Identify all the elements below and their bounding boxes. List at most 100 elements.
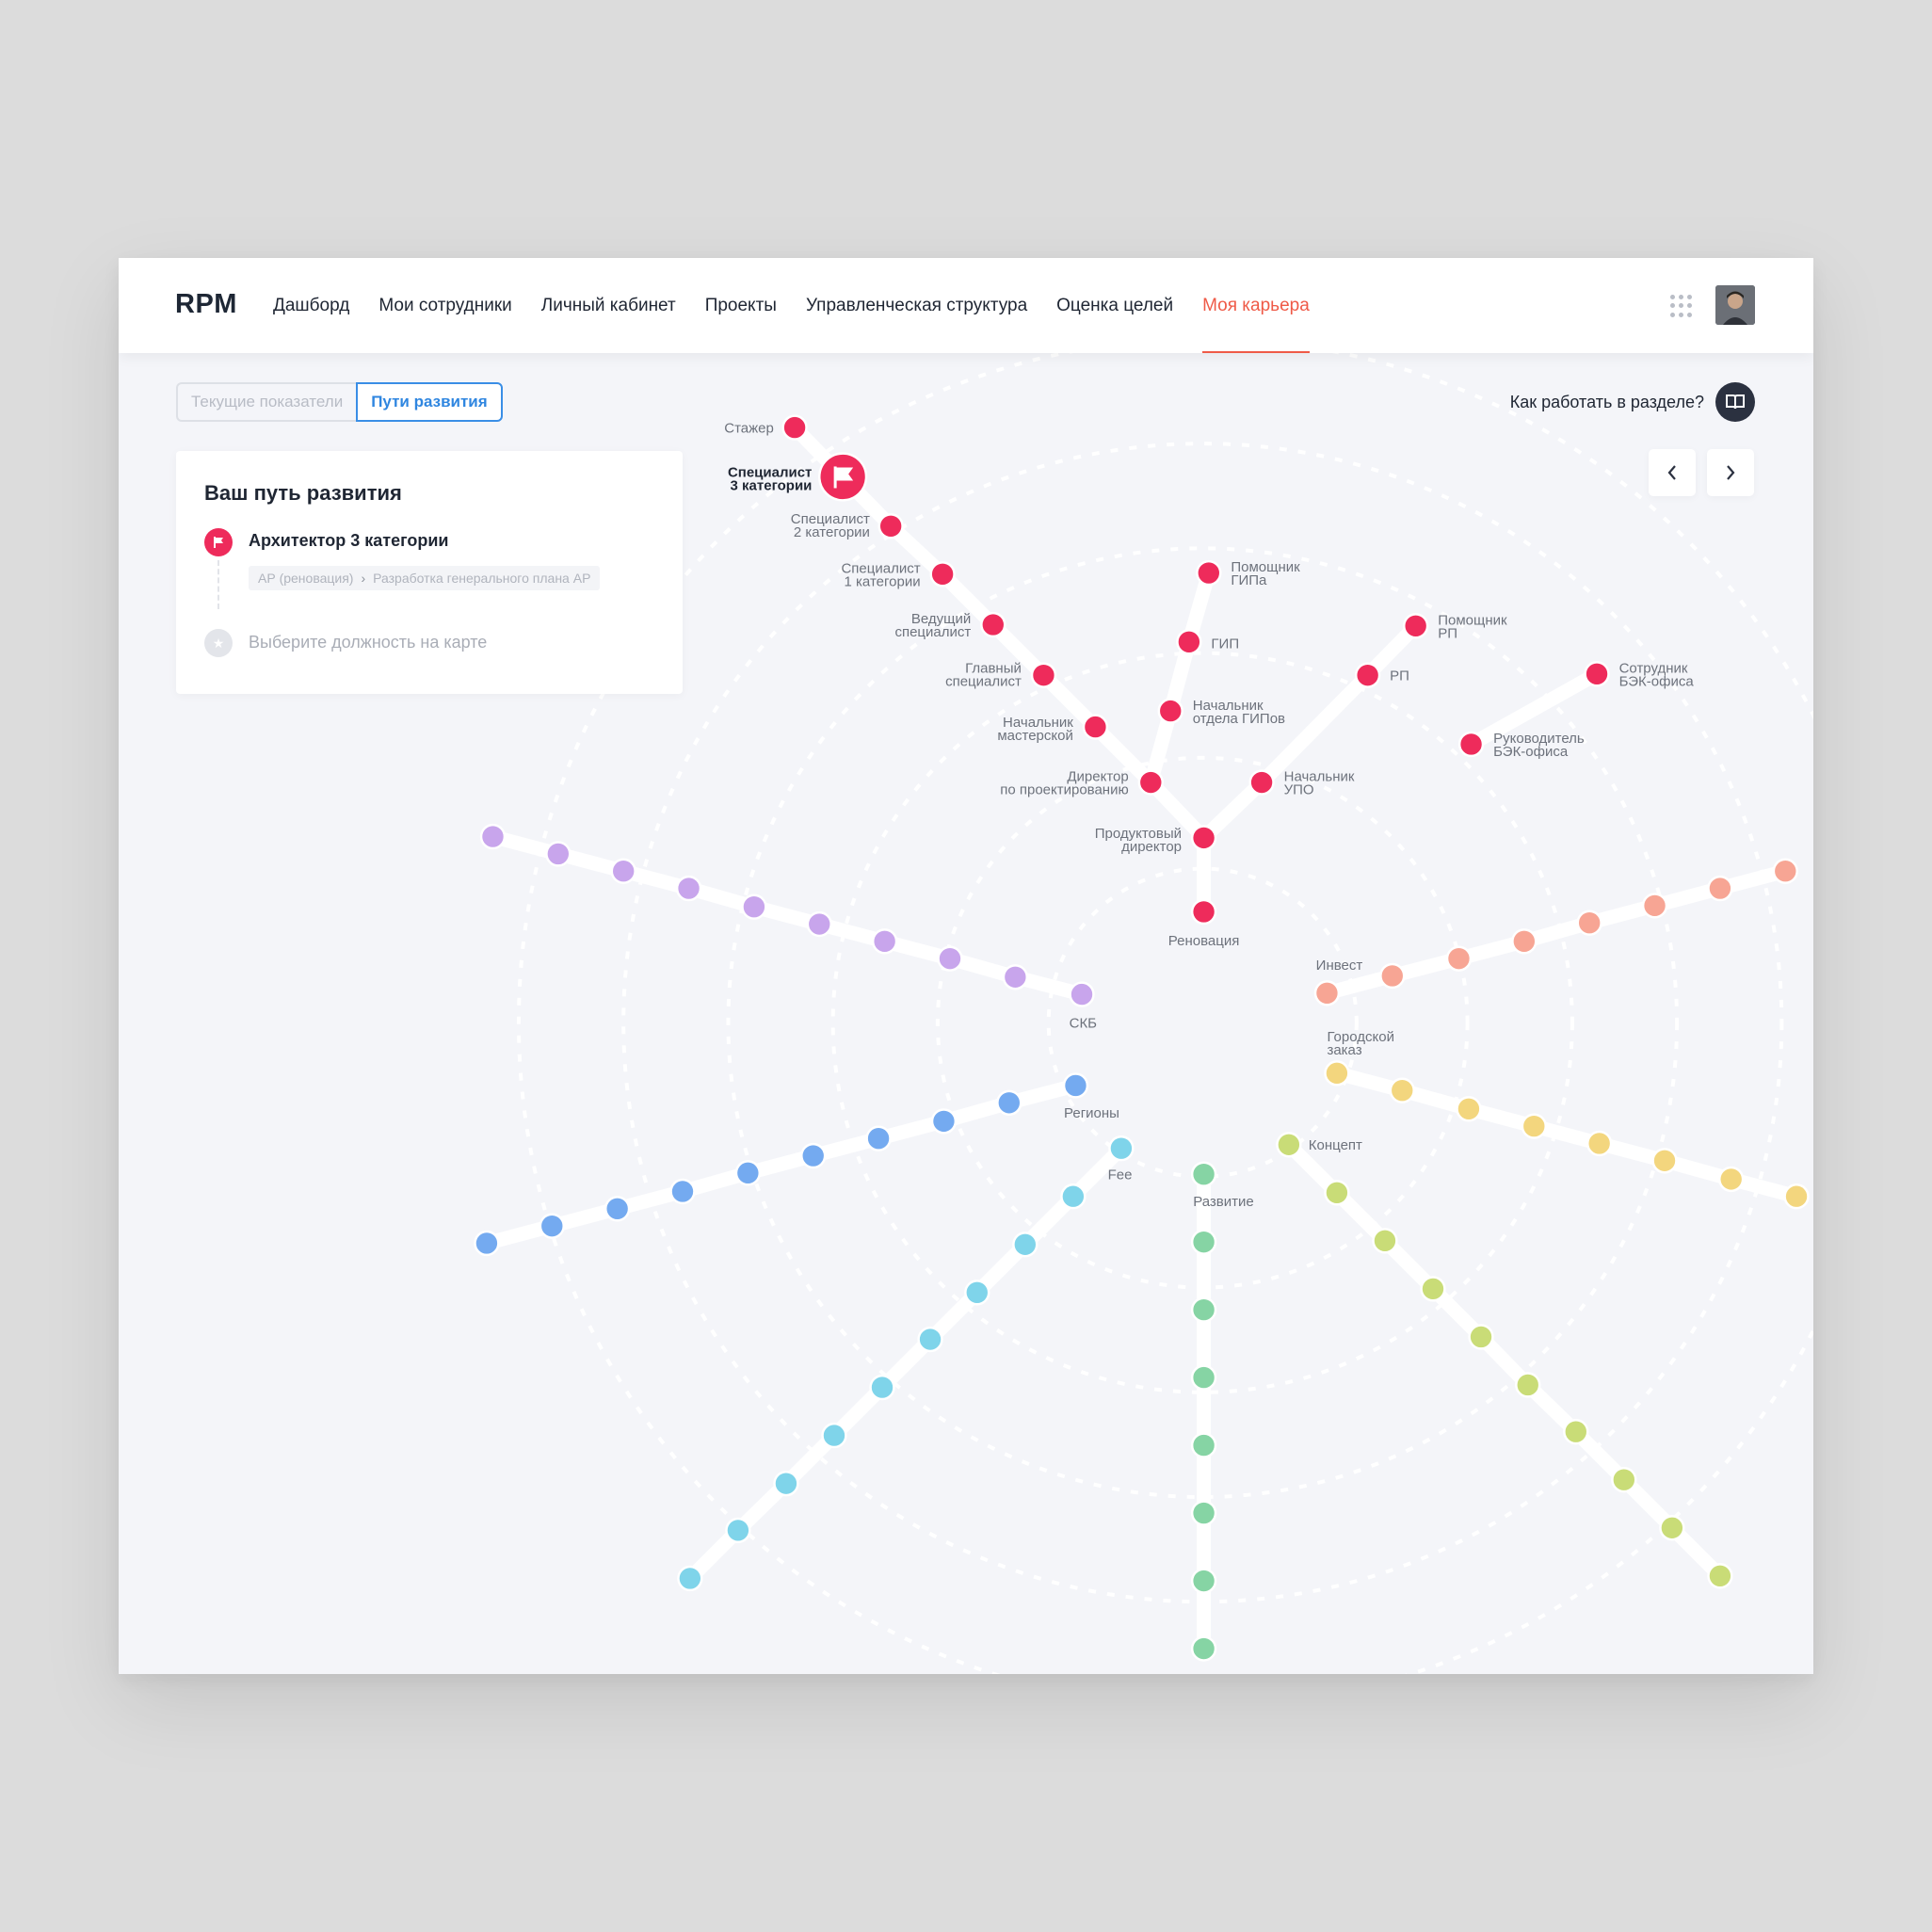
map-node[interactable] [1420,1276,1446,1302]
map-node[interactable] [669,1178,696,1205]
map-node[interactable] [1324,1180,1350,1206]
map-node[interactable] [1402,613,1429,639]
map-node[interactable] [1190,1432,1217,1458]
map-node[interactable] [930,1108,958,1135]
map-node[interactable] [1313,980,1341,1006]
map-node[interactable] [610,858,636,884]
map-node[interactable] [1468,1324,1494,1350]
map-node[interactable] [1190,1296,1217,1323]
map-node[interactable] [1379,962,1406,990]
map-node[interactable] [1190,1229,1217,1255]
map-node[interactable] [1718,1166,1745,1193]
map-prev-button[interactable] [1649,449,1696,496]
map-node[interactable] [1190,1635,1217,1662]
map-node[interactable] [1060,1183,1087,1210]
map-node[interactable] [604,1196,631,1222]
map-node[interactable] [1108,1135,1135,1162]
map-node[interactable] [877,513,904,539]
map-node[interactable] [677,1565,703,1592]
map-node[interactable] [1707,1563,1733,1589]
map-node[interactable] [1002,964,1029,990]
map-node[interactable] [1515,1372,1541,1398]
map-node[interactable] [1157,698,1183,724]
map-node[interactable] [539,1213,565,1239]
nav-my-employees[interactable]: Мои сотрудники [378,258,511,353]
map-node[interactable] [1082,714,1109,740]
map-node[interactable] [1707,875,1733,902]
map-node[interactable] [1641,893,1668,919]
map-node[interactable] [1354,662,1381,688]
map-node[interactable] [479,823,507,850]
avatar[interactable] [1715,285,1755,325]
tab-current-indicators[interactable]: Текущие показатели [176,382,357,422]
map-node[interactable] [1190,898,1217,926]
map-node[interactable] [1069,981,1095,1007]
map-node[interactable] [1276,1132,1302,1158]
map-node[interactable] [800,1142,827,1169]
map-node[interactable] [1445,945,1473,972]
chevron-right-icon [1727,465,1735,480]
map-node[interactable] [917,1326,943,1353]
map-node[interactable] [937,945,963,972]
map-node[interactable] [1576,910,1602,936]
map-node[interactable] [1248,769,1275,796]
map-node[interactable] [1772,858,1798,884]
apps-grid-icon[interactable] [1670,295,1693,317]
map-node[interactable] [865,1125,892,1151]
map-node[interactable] [545,841,572,867]
map-node[interactable] [1389,1077,1415,1103]
logo[interactable]: RPM [175,289,237,320]
map-node[interactable] [1456,1096,1482,1122]
nav-management-structure[interactable]: Управленческая структура [806,258,1027,353]
map-node[interactable] [1372,1228,1398,1254]
map-node[interactable] [1190,1568,1217,1594]
map-node[interactable] [1196,559,1222,587]
map-node[interactable] [1521,1113,1547,1139]
nav-dashboard[interactable]: Дашборд [273,258,349,353]
map-node[interactable] [734,1160,762,1186]
map-node[interactable] [1030,662,1057,688]
map-node[interactable] [675,875,702,902]
map-node[interactable] [773,1470,799,1497]
map-connection [1143,566,1216,790]
map-node[interactable] [1190,1161,1217,1187]
map-next-button[interactable] [1707,449,1754,496]
tab-development-paths[interactable]: Пути развития [356,382,503,422]
nav-projects[interactable]: Проекты [705,258,777,353]
map-node[interactable] [869,1374,895,1401]
map-node[interactable] [1062,1072,1089,1099]
map-node[interactable] [1190,1364,1217,1391]
help-link[interactable]: Как работать в разделе? [1510,393,1704,412]
map-node[interactable] [1176,629,1202,655]
nav-personal-account[interactable]: Личный кабинет [541,258,676,353]
map-node[interactable] [1012,1232,1038,1258]
map-node[interactable] [1137,769,1164,796]
map-node[interactable] [1659,1515,1685,1541]
map-node[interactable] [996,1089,1022,1116]
map-node[interactable] [1324,1060,1350,1087]
map-node[interactable] [1511,928,1538,955]
nav-my-career[interactable]: Моя карьера [1202,258,1310,353]
map-node[interactable] [1190,1500,1217,1526]
map-node[interactable] [806,910,832,938]
map-node[interactable] [1584,661,1610,687]
map-node[interactable] [781,414,808,441]
map-node[interactable] [871,928,898,955]
map-node[interactable] [929,561,956,588]
map-node[interactable] [1457,731,1485,758]
map-node[interactable] [1190,825,1217,851]
map-node[interactable] [1783,1183,1810,1210]
map-node[interactable] [1611,1467,1637,1493]
map-node-label: Помощник РП [1438,612,1507,641]
book-icon[interactable] [1715,382,1755,422]
map-node[interactable] [1586,1130,1613,1157]
map-node[interactable] [725,1517,751,1544]
nav-goal-evaluation[interactable]: Оценка целей [1056,258,1173,353]
map-node[interactable] [980,611,1006,638]
map-node[interactable] [1651,1148,1678,1174]
map-node[interactable] [821,1422,847,1449]
map-node[interactable] [741,894,767,920]
map-node[interactable] [474,1230,500,1257]
map-node[interactable] [1563,1418,1589,1445]
map-node[interactable] [964,1280,990,1306]
